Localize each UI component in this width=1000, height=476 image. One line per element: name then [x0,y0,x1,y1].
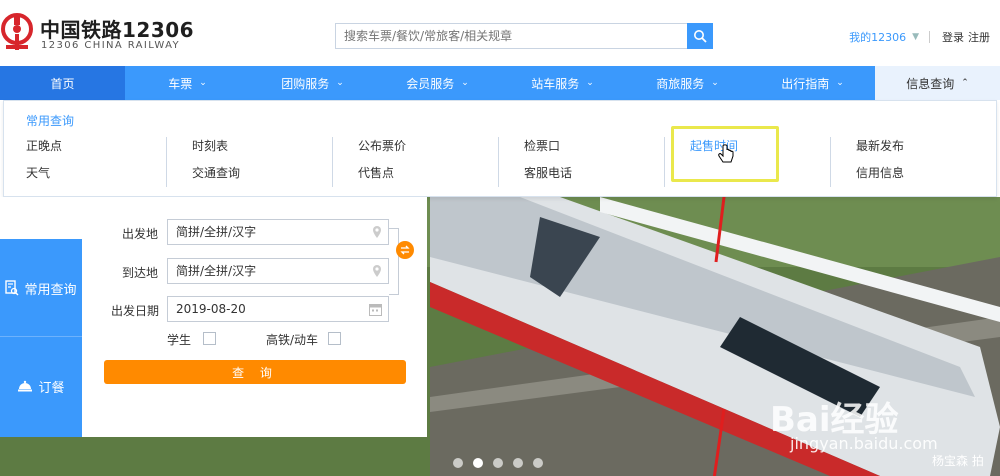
tab-meal-order[interactable]: 订餐 [0,337,82,435]
dropdown-column: 正晚点 天气 [26,137,62,187]
nav-group-service[interactable]: 团购服务 ⌄ [250,66,375,100]
photo-credit: 杨宝森 拍 [932,454,984,468]
menu-item-service-phone[interactable]: 客服电话 [524,164,572,191]
menu-item-timetable[interactable]: 时刻表 [192,137,240,164]
register-link[interactable]: 注册 [968,29,990,45]
chevron-down-icon: ⌄ [836,78,844,88]
location-pin-icon[interactable] [372,264,382,278]
menu-item-fares[interactable]: 公布票价 [358,137,406,164]
divider [664,137,665,187]
chevron-down-icon: ⌄ [199,78,207,88]
dropdown-column: 最新发布 信用信息 [856,137,904,187]
dropdown-title: 常用查询 [26,114,75,128]
login-link[interactable]: 登录 [942,29,964,45]
nav-label: 出行指南 [781,76,830,91]
nav-tickets[interactable]: 车票 ⌄ [125,66,250,100]
carousel-dot[interactable] [493,458,503,468]
divider [830,137,831,187]
to-station-input[interactable]: 简拼/全拼/汉字 [167,258,389,284]
dropdown-column: 检票口 客服电话 [524,137,572,187]
divider [498,137,499,187]
site-search [335,23,713,49]
carousel-dot[interactable] [513,458,523,468]
swap-stations-button[interactable] [396,241,414,259]
highspeed-label: 高铁/动车 [266,333,319,347]
to-label: 到达地 [122,266,159,280]
menu-item-delay[interactable]: 正晚点 [26,137,62,164]
tab-label: 订餐 [38,380,65,396]
search-button[interactable] [687,23,713,49]
nav-label: 车票 [168,76,193,91]
chevron-down-icon: ⌄ [461,78,469,88]
tab-label: 常用查询 [24,282,77,298]
calendar-icon[interactable] [369,303,382,316]
railway-logo-icon[interactable] [0,12,36,52]
brand-subtitle: 12306 CHINA RAILWAY [41,40,181,51]
divider [929,31,930,43]
divider [166,137,167,187]
nav-label: 信息查询 [906,76,955,91]
search-input[interactable] [335,23,687,49]
menu-item-weather[interactable]: 天气 [26,164,62,191]
nav-member-service[interactable]: 会员服务 ⌄ [375,66,500,100]
nav-label: 团购服务 [281,76,330,91]
date-label: 出发日期 [111,304,160,318]
booking-side-tabs: 常用查询 订餐 [0,239,82,437]
student-label: 学生 [167,333,192,347]
divider [332,137,333,187]
dropdown-column: 时刻表 交通查询 [192,137,240,187]
chevron-down-icon: ⌄ [586,78,594,88]
location-pin-icon[interactable] [372,225,382,239]
account-links: 我的12306 ▼ 登录 注册 [849,29,990,45]
nav-station-service[interactable]: 站车服务 ⌄ [500,66,625,100]
nav-label: 首页 [50,76,75,91]
info-query-dropdown: 常用查询 正晚点 天气 时刻表 交通查询 公布票价 代售点 检票口 客服电话 起… [3,100,997,197]
input-placeholder: 简拼/全拼/汉字 [176,225,257,239]
chevron-up-icon: ⌃ [961,78,969,88]
date-value: 2019-08-20 [176,302,246,316]
menu-item-credit-info[interactable]: 信用信息 [856,164,904,191]
from-station-input[interactable]: 简拼/全拼/汉字 [167,219,389,245]
date-input[interactable]: 2019-08-20 [167,296,389,322]
dropdown-column: 公布票价 代售点 [358,137,406,187]
watermark-url: jingyan.baidu.com [790,434,938,453]
query-button[interactable]: 查 询 [104,360,406,384]
input-placeholder: 简拼/全拼/汉字 [176,264,257,278]
swap-icon [400,245,410,255]
menu-item-transport[interactable]: 交通查询 [192,164,240,191]
student-checkbox[interactable] [203,332,216,345]
carousel-dots [453,458,553,468]
nav-label: 会员服务 [406,76,455,91]
nav-info-query[interactable]: 信息查询 ⌃ [875,66,1000,100]
tab-common-query[interactable]: 常用查询 [0,239,82,337]
booking-tab-ticket[interactable] [0,197,82,239]
menu-item-gate[interactable]: 检票口 [524,137,572,164]
carousel-dot[interactable] [453,458,463,468]
hand-cursor-icon [718,144,734,163]
main-nav: 首页 车票 ⌄ 团购服务 ⌄ 会员服务 ⌄ 站车服务 ⌄ 商旅服务 ⌄ 出行指南 ⌄ 信息查… [0,66,1000,100]
my12306-link[interactable]: 我的12306 [849,29,906,45]
food-cloche-icon [18,380,33,392]
search-icon [694,30,707,43]
chevron-down-icon[interactable]: ▼ [912,32,919,42]
document-search-icon [5,280,19,296]
nav-travel-guide[interactable]: 出行指南 ⌄ [750,66,875,100]
menu-item-agents[interactable]: 代售点 [358,164,406,191]
chevron-down-icon: ⌄ [336,78,344,88]
nav-home[interactable]: 首页 [0,66,125,100]
brand-name[interactable]: 中国铁路12306 [40,14,194,43]
from-label: 出发地 [122,227,159,241]
header: 中国铁路12306 12306 CHINA RAILWAY 我的12306 ▼ … [0,0,1000,66]
menu-item-latest-news[interactable]: 最新发布 [856,137,904,164]
highspeed-checkbox[interactable] [328,332,341,345]
nav-business-travel[interactable]: 商旅服务 ⌄ [625,66,750,100]
carousel-dot-active[interactable] [473,458,483,468]
nav-label: 商旅服务 [656,76,705,91]
nav-label: 站车服务 [531,76,580,91]
swap-bracket [389,228,399,295]
carousel-dot[interactable] [533,458,543,468]
arrow-annotation-icon [714,197,726,263]
chevron-down-icon: ⌄ [711,78,719,88]
